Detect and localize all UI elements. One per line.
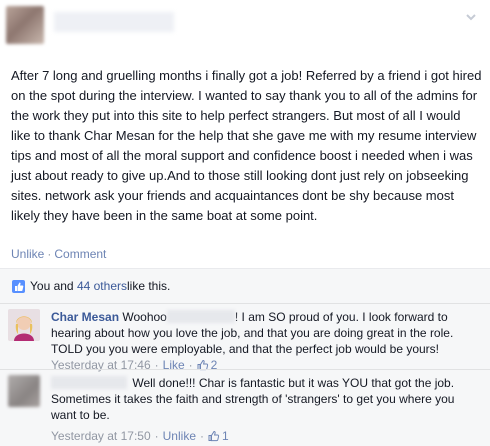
post-header <box>0 0 490 58</box>
poster-avatar-blurred[interactable] <box>6 6 44 44</box>
comment-unlike-link[interactable]: Unlike <box>163 429 196 443</box>
redacted-name <box>166 310 235 323</box>
unlike-link[interactable]: Unlike <box>11 247 44 261</box>
divider <box>0 303 490 304</box>
comment-link[interactable]: Comment <box>54 247 106 261</box>
comment-text-before: Woohoo <box>122 310 167 324</box>
likes-others-link[interactable]: 44 others <box>77 279 127 293</box>
comment-author[interactable]: Char Mesan <box>51 310 119 324</box>
thumbs-up-icon <box>208 430 220 442</box>
divider <box>0 369 490 370</box>
poster-name-blurred[interactable] <box>54 12 174 32</box>
redacted-commenter-name[interactable] <box>51 376 127 389</box>
post-body-text: After 7 long and gruelling months i fina… <box>11 68 482 223</box>
comment-text: Char Mesan Woohoo! I am SO proud of you.… <box>51 309 481 357</box>
commenter-avatar-blurred[interactable] <box>8 375 40 407</box>
thumbs-up-icon <box>12 279 25 293</box>
feedback-panel: You and 44 others like this. Char Mesan … <box>0 268 490 446</box>
likes-prefix: You and <box>30 279 74 293</box>
commenter-avatar[interactable] <box>8 309 40 341</box>
comment-meta: Yesterday at 17:50 · Unlike · 1 <box>51 429 229 443</box>
comment-timestamp[interactable]: Yesterday at 17:50 <box>51 429 151 443</box>
comment-text: Well done!!! Char is fantastic but it wa… <box>51 375 481 423</box>
separator-dot: · <box>47 247 52 261</box>
likes-summary: You and 44 others like this. <box>12 279 170 293</box>
post-actions: Unlike · Comment <box>11 247 106 261</box>
chevron-down-icon[interactable] <box>464 10 478 24</box>
likes-suffix: like this. <box>127 279 171 293</box>
comment-like-count[interactable]: 1 <box>222 429 229 443</box>
